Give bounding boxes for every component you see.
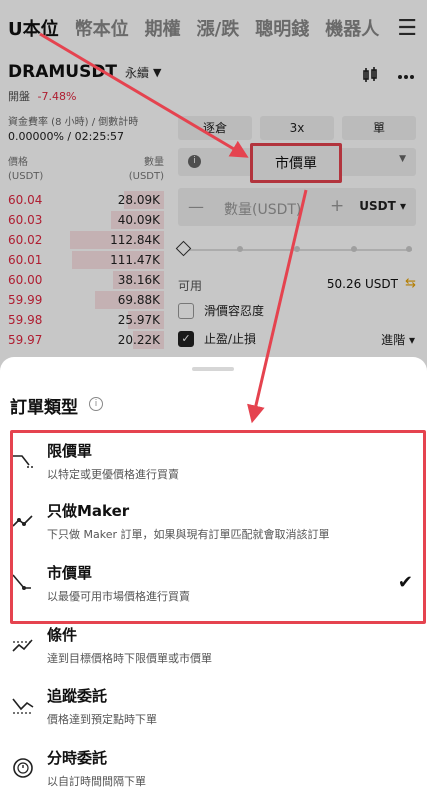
order-type-option-limit[interactable]: 限價單 以特定或更優價格進行買賣 — [0, 440, 427, 500]
option-desc: 價格達到預定點時下單 — [47, 713, 157, 726]
option-name: 只做Maker — [47, 502, 130, 520]
market-order-icon — [12, 574, 31, 590]
option-desc: 達到目標價格時下限價單或市價單 — [47, 652, 212, 665]
maker-only-icon — [12, 515, 33, 527]
option-name: 分時委託 — [47, 749, 108, 767]
info-icon[interactable]: i — [89, 397, 103, 411]
option-desc: 下只做 Maker 訂單，如果與現有訂單匹配就會取消該訂單 — [47, 528, 330, 541]
order-type-option-twap[interactable]: 分時委託 以自訂時間間隔下單 — [0, 747, 427, 787]
option-name: 市價單 — [47, 564, 93, 582]
sheet-handle[interactable] — [192, 367, 234, 371]
option-name: 條件 — [47, 626, 78, 644]
checkmark-icon: ✔ — [397, 572, 413, 593]
order-type-option-conditional[interactable]: 條件 達到目標價格時下限價單或市價單 — [0, 624, 427, 684]
option-desc: 以自訂時間間隔下單 — [47, 775, 146, 787]
order-type-option-market[interactable]: 市價單 以最優可用市場價格進行買賣 ✔ — [0, 562, 427, 622]
sheet-title: 訂單類型 — [10, 398, 78, 418]
order-type-sheet: 訂單類型 i 限價單 以特定或更優價格進行買賣 只做Maker 下只做 Make… — [0, 357, 427, 787]
option-name: 限價單 — [47, 442, 93, 460]
order-type-option-trailing[interactable]: 追蹤委託 價格達到預定點時下單 — [0, 685, 427, 745]
order-type-option-maker-only[interactable]: 只做Maker 下只做 Maker 訂單，如果與現有訂單匹配就會取消該訂單 — [0, 500, 427, 560]
option-desc: 以最優可用市場價格進行買賣 — [47, 590, 190, 603]
twap-order-icon — [13, 758, 33, 778]
conditional-order-icon — [12, 639, 33, 652]
option-name: 追蹤委託 — [47, 687, 108, 705]
trailing-order-icon — [12, 698, 34, 714]
limit-order-icon — [13, 455, 33, 468]
option-desc: 以特定或更優價格進行買賣 — [47, 468, 179, 481]
